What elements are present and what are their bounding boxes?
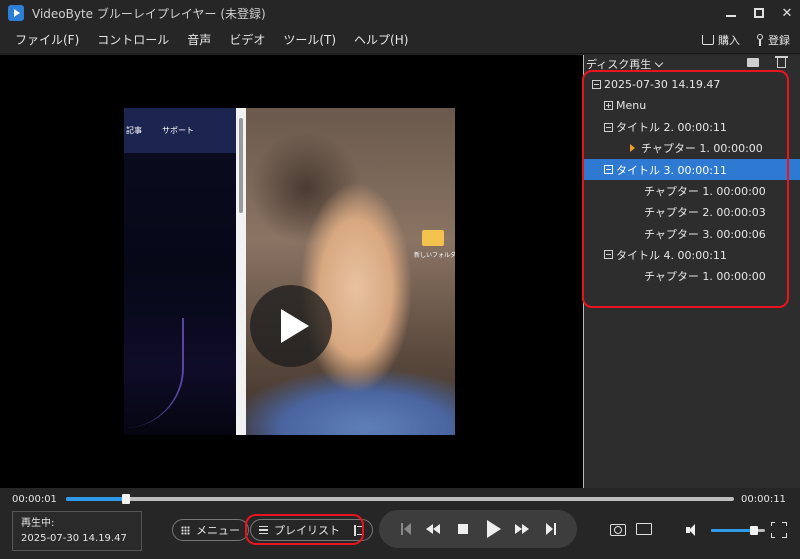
register-button[interactable]: 登録	[756, 32, 790, 48]
menu-audio[interactable]: 音声	[178, 26, 220, 54]
menu-file[interactable]: ファイル(F)	[6, 26, 88, 54]
play-icon[interactable]	[250, 285, 332, 367]
volume-slider[interactable]	[711, 526, 765, 535]
progress-fill	[66, 497, 127, 501]
stop-button[interactable]	[454, 510, 472, 548]
app-logo-icon	[8, 5, 24, 21]
next-icon	[546, 523, 556, 535]
maximize-button[interactable]	[752, 6, 766, 20]
tree-highlight-outline	[582, 70, 789, 308]
next-button[interactable]	[542, 510, 560, 548]
menu-control[interactable]: コントロール	[88, 26, 178, 54]
title-bar: VideoByte ブルーレイプレイヤー (未登録) ✕	[0, 0, 800, 26]
now-playing-label: 再生中:	[21, 518, 55, 529]
menu-button-label: メニュー	[196, 524, 240, 537]
frame-web-nav: 記事 サポート	[124, 108, 236, 153]
fast-forward-button[interactable]	[512, 510, 532, 548]
video-frame: 記事 サポート 新しいフォルダー	[124, 108, 455, 435]
stop-icon	[458, 524, 468, 534]
play-icon	[487, 520, 501, 538]
menu-bar: ファイル(F) コントロール 音声 ビデオ ツール(T) ヘルプ(H) 購入 登…	[0, 26, 800, 54]
chevron-down-icon	[654, 58, 664, 67]
trash-icon[interactable]	[775, 56, 788, 68]
panel-actions	[747, 56, 788, 68]
close-icon: ✕	[781, 5, 793, 21]
frame-web-page: 記事 サポート	[124, 108, 236, 435]
folder-icon[interactable]	[636, 523, 652, 535]
desktop-folder-label: 新しいフォルダー	[414, 252, 455, 259]
now-playing-box: 再生中: 2025-07-30 14.19.47	[12, 511, 142, 551]
register-label: 登録	[768, 34, 790, 47]
desktop-folder-icon	[422, 230, 444, 246]
buy-label: 購入	[718, 34, 740, 47]
video-display[interactable]: 記事 サポート 新しいフォルダー	[0, 55, 583, 488]
grid-icon	[181, 525, 190, 535]
frame-photo	[246, 108, 455, 435]
window-controls: ✕	[724, 0, 794, 26]
app-window: VideoByte ブルーレイプレイヤー (未登録) ✕ ファイル(F) コント…	[0, 0, 800, 559]
rewind-icon	[426, 524, 440, 534]
play-button[interactable]	[483, 510, 505, 548]
total-time: 00:00:11	[741, 494, 786, 505]
now-playing-value: 2025-07-30 14.19.47	[21, 533, 127, 544]
menu-video[interactable]: ビデオ	[220, 26, 274, 54]
camera-icon[interactable]	[610, 524, 626, 536]
fast-forward-icon	[515, 524, 529, 534]
maximize-icon	[754, 8, 764, 18]
minimize-button[interactable]	[724, 6, 738, 20]
frame-light-arc	[124, 318, 184, 428]
frame-scroll-thumb	[239, 118, 243, 213]
minimize-icon	[726, 15, 736, 17]
volume-icon[interactable]	[686, 524, 702, 536]
playlist-highlight-outline	[245, 514, 364, 545]
disc-panel: ディスク再生 2025-07-30 14.19.47 Menu タイトル 2. 00…	[582, 55, 800, 488]
volume-fill	[711, 529, 755, 532]
playback-bar: 00:00:01 00:00:11 再生中: 2025-07-30 14.19.…	[0, 488, 800, 559]
menu-right-actions: 購入 登録	[702, 26, 790, 54]
buy-button[interactable]: 購入	[702, 32, 740, 48]
progress-bar[interactable]	[66, 494, 734, 504]
menu-button[interactable]: メニュー	[172, 519, 249, 541]
previous-icon	[401, 523, 411, 535]
transport-controls	[379, 510, 577, 548]
previous-button[interactable]	[397, 510, 415, 548]
fullscreen-icon[interactable]	[770, 521, 787, 538]
volume-handle[interactable]	[750, 526, 759, 535]
menu-help[interactable]: ヘルプ(H)	[345, 26, 417, 54]
rewind-button[interactable]	[423, 510, 443, 548]
folder-open-icon[interactable]	[747, 58, 759, 67]
progress-handle[interactable]	[122, 494, 131, 504]
window-title: VideoByte ブルーレイプレイヤー (未登録)	[32, 6, 266, 21]
web-nav-item: 記事	[126, 126, 142, 135]
close-button[interactable]: ✕	[780, 6, 794, 20]
menu-tools[interactable]: ツール(T)	[274, 26, 345, 54]
cart-icon	[702, 35, 714, 45]
frame-scrollbar	[236, 108, 246, 435]
current-time: 00:00:01	[12, 494, 57, 505]
web-nav-item: サポート	[162, 126, 194, 135]
key-icon	[756, 34, 764, 46]
